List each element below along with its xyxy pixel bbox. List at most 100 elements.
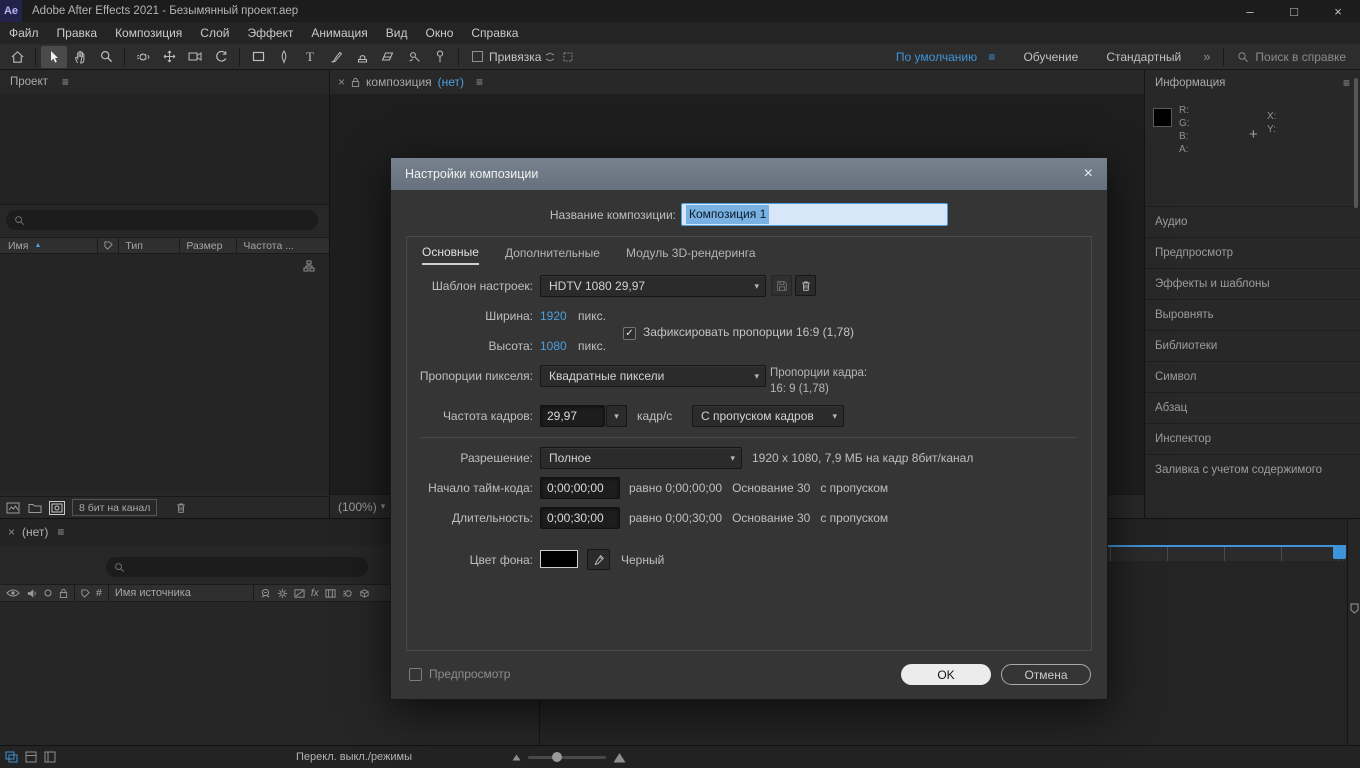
panel-tab-effects-presets[interactable]: Эффекты и шаблоны (1145, 268, 1360, 299)
eraser-tool[interactable] (375, 46, 401, 68)
project-flowchart-icon[interactable] (303, 260, 315, 272)
eyedropper-button[interactable] (587, 549, 610, 570)
pixel-aspect-select[interactable]: Квадратные пиксели ▾ (540, 365, 766, 387)
3d-layer-icon[interactable] (359, 588, 370, 599)
zoom-tool[interactable] (93, 46, 119, 68)
video-eye-icon[interactable] (6, 588, 20, 598)
frame-rate-dropdown-button[interactable]: ▾ (606, 405, 627, 427)
label-color-column-icon[interactable] (81, 588, 90, 598)
help-search[interactable]: Поиск в справке (1237, 50, 1346, 64)
menu-window[interactable]: Окно (416, 22, 462, 44)
modes-pane-icon[interactable] (25, 751, 37, 763)
panel-tab-libraries[interactable]: Библиотеки (1145, 330, 1360, 361)
brush-tool[interactable] (323, 46, 349, 68)
toggle-switches-modes-button[interactable]: Перекл. выкл./режимы (296, 751, 412, 763)
fx-icon[interactable]: fx (311, 588, 319, 599)
project-panel-title[interactable]: Проект (10, 76, 48, 88)
menu-effect[interactable]: Эффект (238, 22, 302, 44)
comp-tab-label[interactable]: композиция (366, 75, 432, 89)
dialog-titlebar[interactable]: Настройки композиции × (391, 158, 1107, 190)
tab-close-icon[interactable]: × (338, 75, 345, 89)
maximize-button[interactable]: □ (1272, 0, 1316, 22)
lock-icon[interactable] (59, 588, 68, 599)
bit-depth-button[interactable]: 8 бит на канал (72, 499, 158, 516)
bg-color-swatch[interactable] (540, 550, 578, 568)
column-name[interactable]: Имя (0, 240, 28, 252)
layers-pane-icon[interactable] (5, 751, 18, 763)
menu-edit[interactable]: Правка (48, 22, 107, 44)
timeline-panel-menu-icon[interactable]: ≡ (57, 525, 64, 539)
comp-name-input[interactable]: Композиция 1 (681, 203, 948, 226)
menu-layer[interactable]: Слой (191, 22, 238, 44)
menu-file[interactable]: Файл (0, 22, 48, 44)
interpret-footage-icon[interactable] (6, 502, 20, 514)
dialog-close-icon[interactable]: × (1084, 165, 1093, 183)
height-value[interactable]: 1080 (540, 339, 567, 353)
width-value[interactable]: 1920 (540, 309, 567, 323)
quality-icon[interactable] (294, 588, 305, 599)
info-panel-menu-icon[interactable]: ≡ (1343, 76, 1350, 90)
workspace-standard[interactable]: Стандартный (1106, 50, 1181, 64)
time-navigator-handle[interactable] (1333, 545, 1346, 559)
tab-3d-renderer[interactable]: Модуль 3D-рендеринга (626, 246, 756, 264)
panel-tab-inspector[interactable]: Инспектор (1145, 423, 1360, 454)
menu-help[interactable]: Справка (462, 22, 527, 44)
hand-tool[interactable] (67, 46, 93, 68)
trash-icon[interactable] (175, 501, 187, 514)
zoom-slider-track[interactable] (528, 751, 607, 762)
preview-checkbox[interactable] (409, 668, 422, 681)
panel-tab-content-aware-fill[interactable]: Заливка с учетом содержимого (1145, 454, 1360, 485)
zoom-slider-handle[interactable] (552, 751, 563, 762)
timeline-tab-label[interactable]: (нет) (22, 525, 48, 539)
solo-icon[interactable] (43, 588, 53, 598)
rectangle-tool[interactable] (245, 46, 271, 68)
project-search-input[interactable] (6, 210, 318, 230)
inout-pane-icon[interactable] (44, 751, 56, 763)
audio-speaker-icon[interactable] (26, 588, 37, 599)
menu-composition[interactable]: Композиция (106, 22, 191, 44)
snap-settings-icon[interactable] (559, 46, 577, 68)
snap-options-icon[interactable] (541, 46, 559, 68)
timeline-search-input[interactable] (106, 557, 368, 577)
column-framerate[interactable]: Частота ... (237, 240, 300, 252)
lock-icon[interactable] (351, 77, 360, 88)
type-tool[interactable]: T (297, 46, 323, 68)
close-button[interactable]: × (1316, 0, 1360, 22)
menu-animation[interactable]: Анимация (302, 22, 376, 44)
dolly-camera-tool[interactable] (182, 46, 208, 68)
workspace-overflow-icon[interactable]: » (1203, 49, 1210, 64)
timecode-drop-select[interactable]: С пропуском кадров ▾ (692, 405, 844, 427)
duration-input[interactable]: 0;00;30;00 (540, 507, 620, 529)
home-button[interactable] (4, 46, 30, 68)
preset-select[interactable]: HDTV 1080 29,97 ▾ (540, 275, 766, 297)
clone-stamp-tool[interactable] (349, 46, 375, 68)
orbit-camera-tool[interactable] (130, 46, 156, 68)
rotation-tool[interactable] (208, 46, 234, 68)
project-items-list[interactable] (0, 254, 329, 494)
cancel-button[interactable]: Отмена (1001, 664, 1091, 685)
puppet-pin-tool[interactable] (427, 46, 453, 68)
comp-panel-menu-icon[interactable]: ≡ (476, 75, 483, 89)
tab-basic[interactable]: Основные (422, 245, 479, 265)
roto-brush-tool[interactable] (401, 46, 427, 68)
workspace-default[interactable]: По умолчанию ≡ (896, 50, 996, 64)
column-size[interactable]: Размер (180, 240, 236, 252)
panel-tab-preview[interactable]: Предпросмотр (1145, 237, 1360, 268)
frame-rate-input[interactable]: 29,97 (540, 405, 605, 427)
zoom-in-mountain-icon[interactable] (613, 752, 626, 763)
ok-button[interactable]: OK (901, 664, 991, 685)
start-timecode-input[interactable]: 0;00;00;00 (540, 477, 620, 499)
panel-tab-audio[interactable]: Аудио (1145, 206, 1360, 237)
sort-ascending-icon[interactable]: ▲ (34, 242, 41, 249)
panel-tab-align[interactable]: Выровнять (1145, 299, 1360, 330)
column-type[interactable]: Тип (119, 240, 179, 252)
panel-tab-paragraph[interactable]: Абзац (1145, 392, 1360, 423)
resolution-select[interactable]: Полное ▾ (540, 447, 742, 469)
shy-icon[interactable] (260, 588, 271, 599)
pen-tool[interactable] (271, 46, 297, 68)
delete-preset-button[interactable] (795, 275, 816, 296)
collapse-transforms-icon[interactable] (277, 588, 288, 599)
motion-blur-icon[interactable] (342, 588, 353, 599)
snapping-checkbox[interactable] (472, 51, 483, 62)
layer-number-column[interactable]: # (96, 587, 102, 599)
